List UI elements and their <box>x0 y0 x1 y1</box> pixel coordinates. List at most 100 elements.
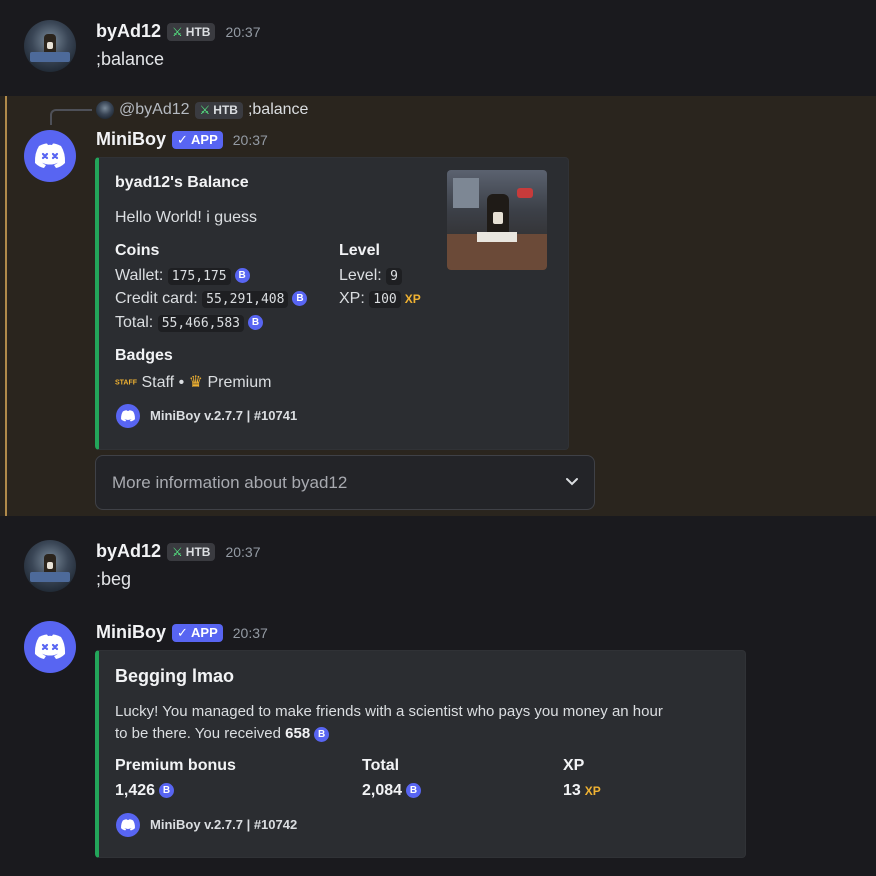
reply-content: ;balance <box>247 101 309 118</box>
total-row: 2,084 B <box>362 782 422 800</box>
coin-icon: B <box>292 291 308 307</box>
field-badges-title: Badges <box>115 347 173 364</box>
xp-value: 100 <box>369 291 401 308</box>
credit-value: 55,291,408 <box>202 291 289 308</box>
xp-row: XP: 100 XP <box>339 290 421 308</box>
discord-logo-icon <box>121 410 135 422</box>
embed-description-line2: to be there. You received 658 B <box>115 725 330 742</box>
coin-icon: B <box>247 315 263 331</box>
description-prefix: to be there. You received <box>115 725 286 742</box>
level-row: Level: 9 <box>339 267 402 285</box>
coin-icon: B <box>406 783 422 799</box>
highlight-bar <box>5 96 7 516</box>
embed-thumbnail[interactable] <box>447 170 547 270</box>
badges-row: STAFF Staff • ♛ Premium <box>115 372 271 392</box>
guild-tag[interactable]: ⚔ HTB <box>167 542 216 561</box>
embed-description-line1: Lucky! You managed to make friends with … <box>115 703 663 720</box>
embed-footer: MiniBoy v.2.7.7 | #10742 <box>150 817 298 832</box>
sword-icon: ⚔ <box>199 102 211 117</box>
select-placeholder: More information about byad12 <box>112 473 348 492</box>
reply-author[interactable]: @byAd12 <box>119 101 190 119</box>
received-amount: 658 <box>285 725 311 742</box>
username[interactable]: MiniBoy <box>96 622 166 643</box>
premium-badge: Premium <box>207 374 272 391</box>
wallet-value: 175,175 <box>167 268 231 285</box>
chevron-down-icon <box>566 478 578 486</box>
message-content: ;balance <box>96 49 165 69</box>
avatar-dog <box>44 554 56 574</box>
thumb-paper <box>477 232 517 242</box>
username[interactable]: byAd12 <box>96 541 161 562</box>
total-label: Total: <box>115 314 154 331</box>
field-premium-title: Premium bonus <box>115 757 236 774</box>
timestamp: 20:37 <box>225 543 261 560</box>
footer-icon <box>116 813 140 837</box>
xp-icon: XP <box>584 784 601 798</box>
xp-icon: XP <box>404 292 421 306</box>
avatar-dog <box>44 34 56 54</box>
timestamp: 20:37 <box>232 131 268 148</box>
total-row: Total: 55,466,583 B <box>115 314 263 332</box>
level-value: 9 <box>386 268 402 285</box>
xp-label: XP: <box>339 290 365 307</box>
premium-row: 1,426 B <box>115 782 175 800</box>
bot-avatar[interactable] <box>24 130 76 182</box>
message-header: MiniBoy ✓ APP 20:37 <box>96 129 268 150</box>
app-badge: ✓ APP <box>172 130 223 149</box>
username[interactable]: MiniBoy <box>96 129 166 150</box>
credit-label: Credit card: <box>115 290 198 307</box>
coin-icon: B <box>234 268 250 284</box>
thumb-window <box>453 178 479 208</box>
thumb-dog <box>487 194 509 234</box>
embed-title: Begging lmao <box>115 666 235 686</box>
level-label: Level: <box>339 267 382 284</box>
avatar-desk <box>30 572 70 582</box>
user-avatar[interactable] <box>24 540 76 592</box>
message-content: ;beg <box>96 569 132 589</box>
field-coins-title: Coins <box>115 242 160 259</box>
discord-logo-icon <box>34 634 66 659</box>
premium-value: 1,426 <box>115 782 156 799</box>
user-avatar[interactable] <box>24 20 76 72</box>
xp-value: 13 <box>563 782 581 799</box>
reply-connector <box>50 109 92 125</box>
sword-icon: ⚔ <box>172 24 183 39</box>
reply-avatar <box>96 101 114 119</box>
discord-logo-icon <box>121 819 135 831</box>
message-header: byAd12 ⚔ HTB 20:37 <box>96 541 261 562</box>
guild-tag-label: HTB <box>185 544 211 559</box>
info-select-menu[interactable]: More information about byad12 <box>95 455 595 510</box>
discord-logo-icon <box>34 143 66 168</box>
username[interactable]: byAd12 <box>96 21 161 42</box>
reply-preview[interactable]: @byAd12 ⚔ HTB ;balance <box>96 101 308 119</box>
guild-tag[interactable]: ⚔ HTB <box>167 22 216 41</box>
sword-icon: ⚔ <box>172 544 183 559</box>
bot-avatar[interactable] <box>24 621 76 673</box>
staff-icon: STAFF <box>115 379 138 387</box>
field-level-title: Level <box>339 242 380 259</box>
crown-icon: ♛ <box>188 374 203 391</box>
credit-row: Credit card: 55,291,408 B <box>115 290 308 308</box>
coin-icon: B <box>314 726 330 742</box>
footer-icon <box>116 404 140 428</box>
coin-icon: B <box>159 783 175 799</box>
message-header: byAd12 ⚔ HTB 20:37 <box>96 21 261 42</box>
field-total-title: Total <box>362 757 400 774</box>
total-value: 55,466,583 <box>157 315 244 332</box>
staff-badge: Staff <box>141 374 175 391</box>
embed-title: byad12's Balance <box>115 174 249 191</box>
thumb-lamp <box>517 188 533 198</box>
badge-separator: • <box>178 374 185 391</box>
embed-footer: MiniBoy v.2.7.7 | #10741 <box>150 408 298 423</box>
timestamp: 20:37 <box>225 23 261 40</box>
avatar-desk <box>30 52 70 62</box>
wallet-row: Wallet: 175,175 B <box>115 267 250 285</box>
wallet-label: Wallet: <box>115 267 164 284</box>
xp-row: 13 XP <box>563 782 601 800</box>
app-badge: ✓ APP <box>172 623 223 642</box>
reply-guild-tag: ⚔ HTB <box>194 101 243 119</box>
message-header: MiniBoy ✓ APP 20:37 <box>96 622 268 643</box>
field-xp-title: XP <box>563 757 585 774</box>
reply-tag-label: HTB <box>213 102 238 117</box>
timestamp: 20:37 <box>232 624 268 641</box>
